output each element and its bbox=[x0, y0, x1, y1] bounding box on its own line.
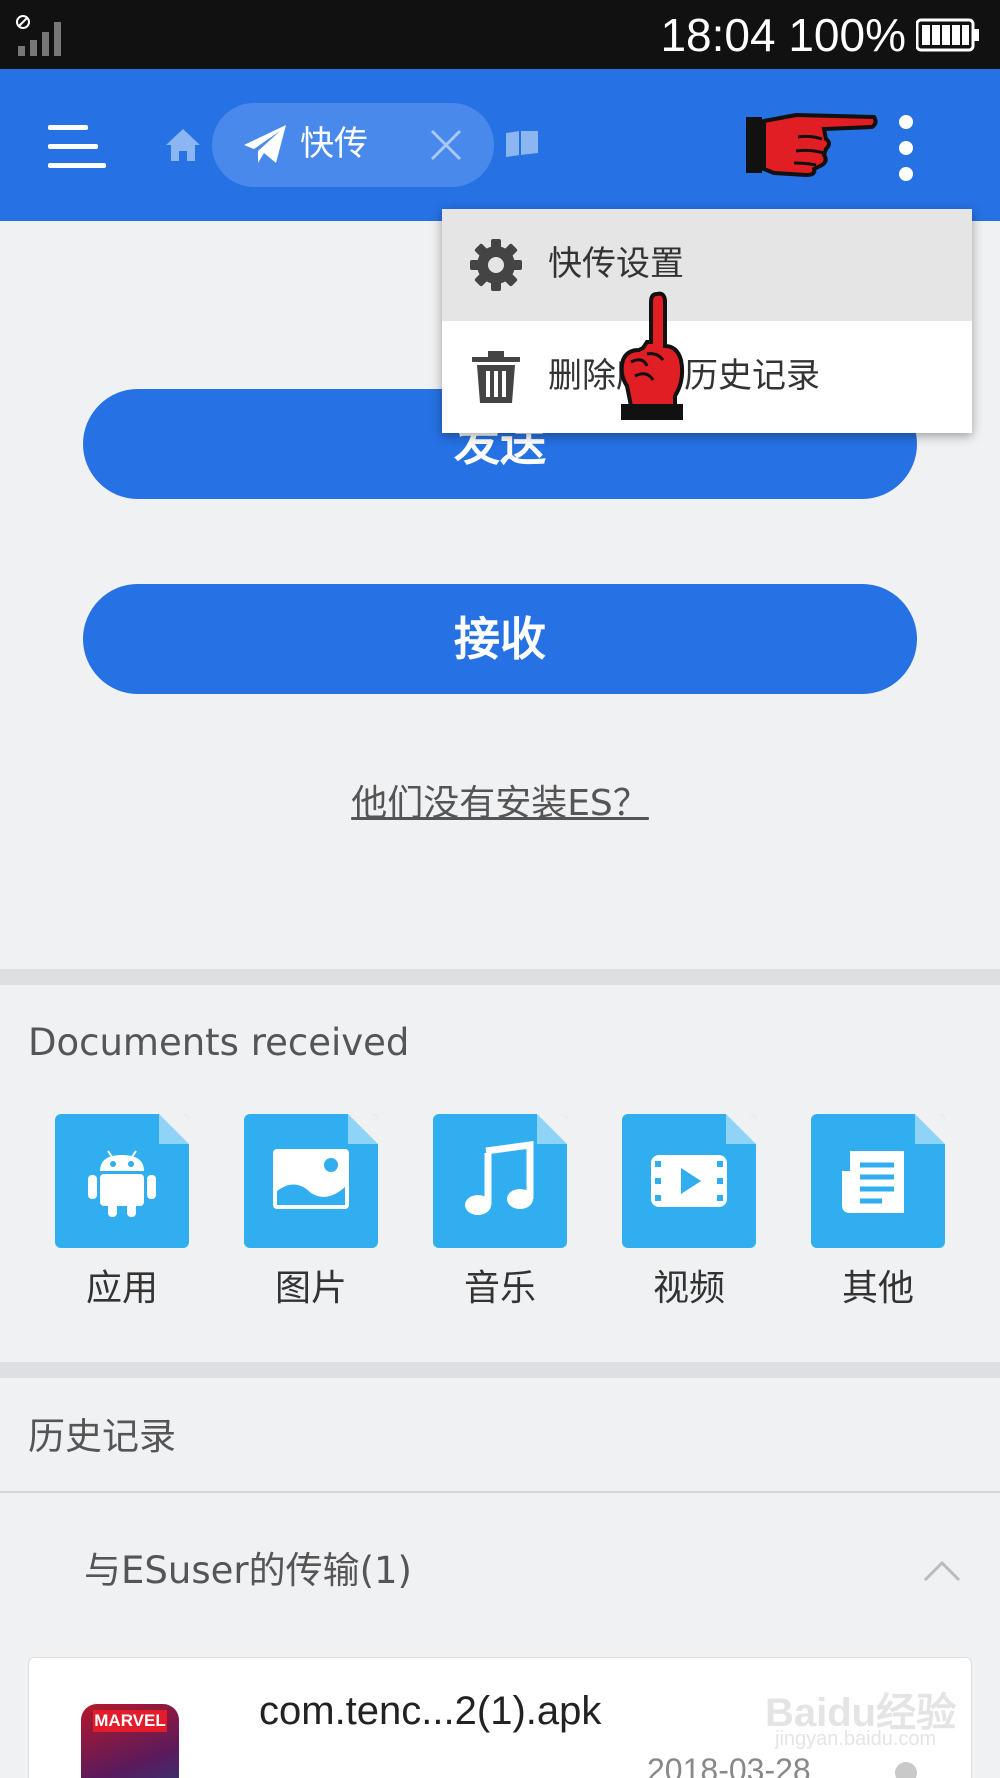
category-label: 音乐 bbox=[463, 1268, 536, 1309]
watermark-sub: jingyan.baidu.com bbox=[775, 1728, 937, 1750]
category-music[interactable]: 音乐 bbox=[433, 1114, 569, 1312]
app-thumbnail: MARVEL bbox=[81, 1704, 179, 1778]
tab-quick-transfer[interactable]: 快传 bbox=[212, 103, 494, 187]
category-label: 视频 bbox=[652, 1268, 725, 1309]
pointing-hand-up-icon bbox=[619, 291, 685, 420]
category-other[interactable]: 其他 bbox=[811, 1114, 947, 1312]
tab-label: 快传 bbox=[300, 124, 368, 164]
menu-item-quick-transfer-settings[interactable]: 快传设置 bbox=[442, 209, 972, 321]
android-icon bbox=[88, 1150, 156, 1217]
apps-tile bbox=[55, 1114, 189, 1248]
baidu-watermark: Baidu经验 jingyan.baidu.com bbox=[765, 1680, 995, 1760]
app-bar: 快传 bbox=[0, 69, 1000, 221]
category-apps[interactable]: 应用 bbox=[55, 1114, 191, 1312]
menu-icon[interactable] bbox=[48, 125, 106, 169]
document-icon bbox=[842, 1151, 904, 1213]
battery-icon bbox=[916, 18, 979, 52]
history-divider bbox=[0, 1491, 1000, 1493]
status-time: 18:04 bbox=[660, 9, 776, 61]
status-time-battery: 18:04 100% bbox=[660, 8, 906, 62]
close-icon[interactable] bbox=[428, 127, 464, 163]
menu-item-delete-all-history[interactable]: 删除所有历史记录 bbox=[442, 321, 972, 433]
menu-item-label: 快传设置 bbox=[548, 244, 684, 284]
signal-icon bbox=[16, 15, 61, 56]
chevron-up-icon[interactable] bbox=[922, 1556, 962, 1586]
other-tile bbox=[811, 1114, 945, 1248]
history-title: 历史记录 bbox=[28, 1415, 176, 1458]
paper-plane-icon bbox=[244, 125, 286, 163]
category-video[interactable]: 视频 bbox=[622, 1114, 758, 1312]
documents-received-title: Documents received bbox=[28, 1021, 410, 1064]
section-divider bbox=[0, 969, 1000, 985]
category-label: 应用 bbox=[85, 1268, 158, 1309]
section-divider bbox=[0, 1362, 1000, 1378]
category-label: 图片 bbox=[274, 1268, 347, 1309]
music-icon bbox=[465, 1141, 534, 1215]
receive-button[interactable]: 接收 bbox=[83, 584, 917, 694]
status-battery-percent: 100% bbox=[788, 9, 906, 61]
pointing-hand-icon bbox=[746, 112, 878, 177]
book-icon[interactable] bbox=[504, 129, 540, 159]
no-es-installed-link[interactable]: 他们没有安装ES？ bbox=[0, 780, 1000, 828]
transfer-group-title[interactable]: 与ESuser的传输(1) bbox=[84, 1546, 412, 1596]
category-images[interactable]: 图片 bbox=[244, 1114, 380, 1312]
more-options-icon[interactable] bbox=[896, 115, 920, 181]
status-bar: 18:04 100% bbox=[0, 0, 1000, 69]
overflow-menu: 快传设置 删除所有历史记录 bbox=[442, 209, 972, 433]
video-tile bbox=[622, 1114, 756, 1248]
music-tile bbox=[433, 1114, 567, 1248]
marvel-logo: MARVEL bbox=[93, 1710, 167, 1732]
category-label: 其他 bbox=[841, 1268, 914, 1309]
status-dot bbox=[895, 1762, 917, 1778]
trash-icon bbox=[472, 351, 520, 403]
images-tile bbox=[244, 1114, 378, 1248]
file-name: com.tenc...2(1).apk bbox=[259, 1689, 602, 1733]
image-icon bbox=[273, 1149, 349, 1209]
home-icon[interactable] bbox=[164, 126, 202, 164]
gear-icon bbox=[470, 239, 522, 291]
video-icon bbox=[651, 1155, 727, 1207]
